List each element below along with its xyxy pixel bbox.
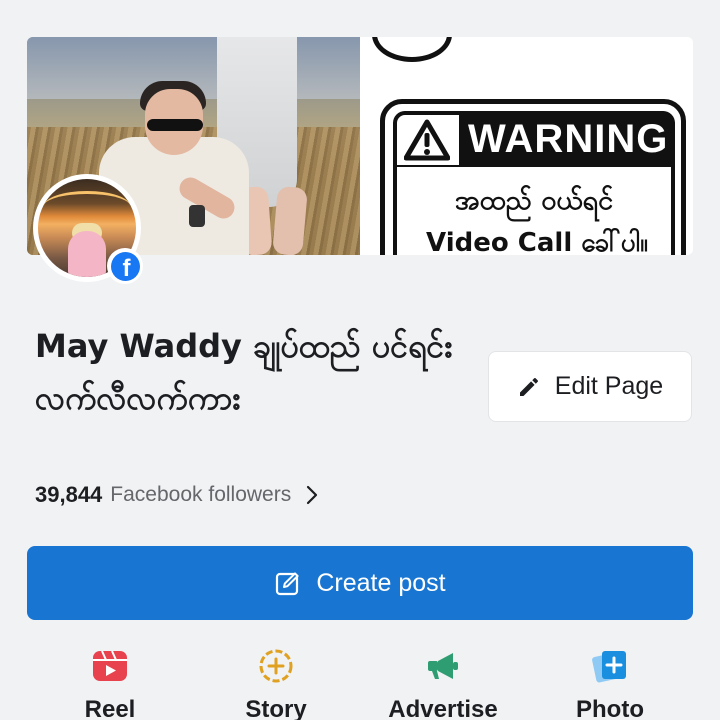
- warning-text-line2: Video Call ခေါ်ပါ။: [426, 228, 648, 255]
- story-button[interactable]: Story: [206, 640, 346, 720]
- reel-button[interactable]: Reel: [40, 640, 180, 720]
- facebook-badge: f: [107, 248, 143, 284]
- warning-title: WARNING: [468, 117, 669, 161]
- followers-count: 39,844: [35, 482, 103, 507]
- warning-triangle-icon: [404, 119, 450, 161]
- reel-icon: [93, 650, 127, 681]
- followers-label: Facebook followers: [110, 483, 292, 506]
- photo-label: Photo: [576, 696, 644, 720]
- cover-warning-sign: WARNING အထည် ဝယ်ရင် Video Call ခေါ်ပါ။: [360, 37, 693, 255]
- create-post-label: Create post: [316, 568, 446, 597]
- story-plus-icon: [259, 649, 293, 683]
- edit-page-button[interactable]: Edit Page: [488, 351, 692, 422]
- chevron-right-icon: [307, 485, 318, 505]
- advertise-button[interactable]: Advertise: [373, 640, 513, 720]
- edit-page-label: Edit Page: [554, 372, 664, 400]
- facebook-logo-icon: f: [110, 251, 140, 281]
- story-label: Story: [245, 696, 307, 720]
- action-bar: Reel Story Advertise Photo: [0, 640, 720, 720]
- warning-text-line1: အထည် ဝယ်ရင်: [454, 185, 614, 216]
- compose-icon: [276, 572, 299, 596]
- photo-button[interactable]: Photo: [540, 640, 680, 720]
- followers-link[interactable]: 39,844 Facebook followers: [35, 480, 321, 510]
- reel-label: Reel: [84, 696, 136, 720]
- create-post-button[interactable]: Create post: [27, 546, 693, 620]
- page-title: May Waddy ချုပ်ထည် ပင်ရင်းလက်လီလက်ကား: [35, 327, 453, 417]
- photo-plus-icon: [592, 651, 626, 683]
- pencil-icon: [519, 377, 538, 396]
- advertise-label: Advertise: [388, 696, 498, 720]
- megaphone-icon: [428, 653, 458, 679]
